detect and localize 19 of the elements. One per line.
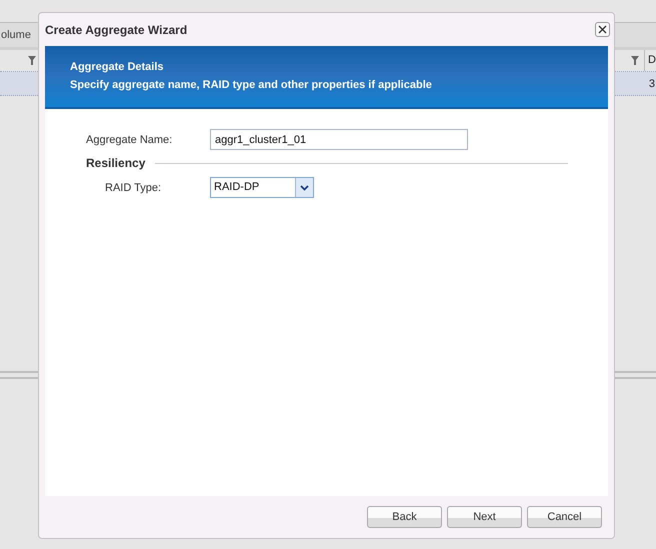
wizard-button[interactable]: Cancel	[527, 506, 602, 528]
filter-icon[interactable]	[631, 56, 639, 65]
field-label: RAID Type:	[105, 182, 162, 194]
banner-title: Aggregate Details	[70, 61, 165, 73]
field-label: Aggregate Name:	[86, 134, 174, 146]
close-icon	[598, 25, 607, 34]
section-heading: Resiliency	[86, 156, 146, 170]
banner-subtitle: Specify aggregate name, RAID type and other properties if applicable	[70, 79, 433, 91]
filter-icon[interactable]	[28, 56, 36, 65]
caret-icon	[300, 184, 309, 190]
table-cell: 3	[648, 78, 655, 90]
wizard-button[interactable]: Next	[447, 506, 522, 528]
window-title: Create Aggregate Wizard	[45, 22, 188, 36]
wizard-button[interactable]: Back	[367, 506, 442, 528]
input-field[interactable]: aggr1_cluster1_01	[210, 129, 468, 150]
dropdown[interactable]: RAID-DP	[210, 177, 314, 198]
tab[interactable]: olume	[1, 29, 31, 41]
column-header[interactable]: D	[644, 50, 656, 71]
close-button[interactable]	[595, 22, 610, 37]
